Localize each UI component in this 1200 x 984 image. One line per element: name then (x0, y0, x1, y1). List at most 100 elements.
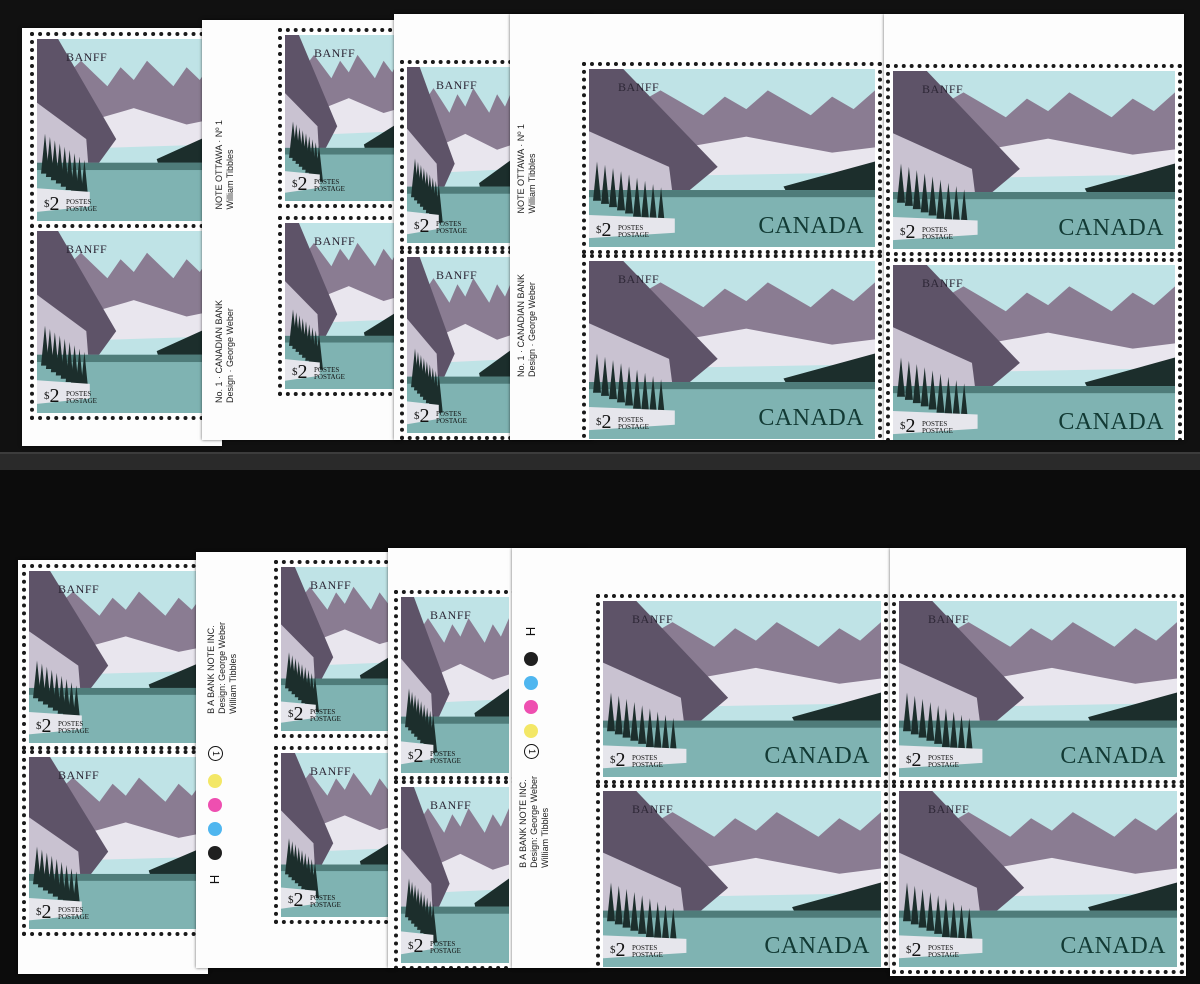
banff-2-dollar-stamp: BANFF $2 POSTES POSTAGE CANADA (596, 594, 888, 784)
stamp-denomination: $2 (596, 411, 612, 433)
stamp-denomination: $2 (292, 173, 308, 195)
color-register-dot-black (208, 846, 222, 860)
currency-symbol: $ (900, 420, 906, 432)
postes-postage-label: POSTES POSTAGE (632, 754, 663, 769)
stamp-denomination: $2 (906, 939, 922, 961)
banff-2-dollar-stamp: BANFF $2 POSTES POSTAGE (400, 60, 520, 250)
color-register-dot-yellow (524, 724, 538, 738)
lake-shore (589, 190, 875, 198)
stamp-place-label: BANFF (66, 50, 108, 64)
stamp-country-label: CANADA (1058, 215, 1164, 241)
stamp-place-label: BANFF (430, 798, 472, 812)
imprint-canadian-bank-upper: NOTE OTTAWA · Nº 1 William Tibbles (214, 120, 236, 209)
stamp-denomination: $2 (414, 405, 430, 427)
banff-2-dollar-stamp: BANFF $2 POSTES POSTAGE (394, 780, 516, 968)
stamp-denomination: $2 (44, 193, 60, 215)
postes-postage-label: POSTES POSTAGE (310, 894, 341, 909)
imprint-line: Design · George Weber (527, 282, 537, 378)
postes-postage-label: POSTES POSTAGE (310, 708, 341, 723)
postes-postage-label: POSTES POSTAGE (618, 416, 649, 431)
moraine-lake-scene (37, 231, 213, 413)
stamp-denomination: $2 (610, 939, 626, 961)
stamp-country-label: CANADA (758, 405, 864, 431)
currency-symbol: $ (900, 226, 906, 238)
currency-symbol: $ (906, 944, 912, 956)
stamp-place-label: BANFF (66, 242, 108, 256)
stamp-denomination: $2 (408, 745, 424, 767)
moraine-lake-scene (29, 571, 205, 743)
stamp-denomination: $2 (610, 749, 626, 771)
stamp-place-label: BANFF (632, 612, 674, 626)
postes-postage-label: POSTES POSTAGE (928, 754, 959, 769)
lake-shore (589, 382, 875, 390)
currency-symbol: $ (36, 906, 42, 918)
plate-number-mark: 1 (524, 744, 539, 759)
banff-2-dollar-stamp: BANFF $2 POSTES POSTAGE (274, 560, 396, 738)
plate-number-mark: 1 (208, 746, 223, 761)
stamp-country-label: CANADA (1060, 933, 1166, 959)
color-register-dot-magenta (208, 798, 222, 812)
banff-2-dollar-stamp: BANFF $2 POSTES POSTAGE CANADA (886, 64, 1182, 256)
color-register-dot-magenta (524, 700, 538, 714)
imprint-line: William Tibbles (228, 653, 238, 714)
plate-letter-mark: H (207, 874, 223, 885)
banff-2-dollar-stamp: BANFF $2 POSTES POSTAGE CANADA (582, 62, 882, 254)
currency-symbol: $ (906, 754, 912, 766)
color-register-dot-black (524, 652, 538, 666)
color-register-dot-cyan (208, 822, 222, 836)
stamp-place-label: BANFF (314, 234, 356, 248)
banff-2-dollar-stamp: BANFF $2 POSTES POSTAGE (400, 250, 520, 440)
stamp-place-label: BANFF (310, 578, 352, 592)
color-register-dot-cyan (524, 676, 538, 690)
currency-symbol: $ (414, 410, 420, 422)
banff-2-dollar-stamp: BANFF $2 POSTES POSTAGE (22, 564, 208, 750)
stamp-place-label: BANFF (618, 80, 660, 94)
stamp-country-label: CANADA (1060, 743, 1166, 769)
currency-symbol: $ (292, 366, 298, 378)
banff-2-dollar-stamp: BANFF $2 POSTES POSTAGE (30, 224, 220, 420)
banff-2-dollar-stamp: BANFF $2 POSTES POSTAGE (274, 746, 396, 924)
banff-2-dollar-stamp: BANFF $2 POSTES POSTAGE (394, 590, 516, 780)
postes-postage-label: POSTES POSTAGE (632, 944, 663, 959)
currency-symbol: $ (36, 720, 42, 732)
currency-symbol: $ (408, 940, 414, 952)
stamp-place-label: BANFF (922, 276, 964, 290)
imprint-ba-bank: B A BANK NOTE INC. Design: George Weber Wi… (518, 776, 551, 868)
lake-shore (893, 192, 1175, 200)
postes-postage-label: POSTES POSTAGE (618, 224, 649, 239)
stamp-denomination: $2 (408, 935, 424, 957)
stamp-country-label: CANADA (764, 743, 870, 769)
postes-postage-label: POSTES POSTAGE (66, 390, 97, 405)
stamp-place-label: BANFF (632, 802, 674, 816)
imprint-line: No. 1 · CANADIAN BANK (516, 274, 526, 378)
stamp-place-label: BANFF (618, 272, 660, 286)
imprint-line: B A BANK NOTE INC. (518, 779, 528, 868)
stamp-denomination: $2 (288, 889, 304, 911)
banff-2-dollar-stamp: BANFF $2 POSTES POSTAGE CANADA (892, 784, 1184, 974)
currency-symbol: $ (610, 944, 616, 956)
imprint-line: William Tibbles (527, 153, 537, 214)
currency-symbol: $ (288, 894, 294, 906)
stamp-place-label: BANFF (430, 608, 472, 622)
currency-symbol: $ (288, 708, 294, 720)
currency-symbol: $ (596, 224, 602, 236)
imprint-line: NOTE OTTAWA · Nº 1 (516, 124, 526, 214)
stamp-denomination: $2 (292, 361, 308, 383)
currency-symbol: $ (414, 220, 420, 232)
currency-symbol: $ (44, 390, 50, 402)
imprint-line: William Tibbles (225, 149, 235, 210)
stamp-place-label: BANFF (436, 78, 478, 92)
postes-postage-label: POSTES POSTAGE (58, 720, 89, 735)
imprint-line: Design: George Weber (217, 622, 227, 714)
stamp-place-label: BANFF (58, 768, 100, 782)
imprint-line: NOTE OTTAWA · Nº 1 (214, 120, 224, 210)
stamp-denomination: $2 (288, 703, 304, 725)
imprint-canadian-bank-lower: No. 1 · CANADIAN BANK Design · George Web… (516, 274, 538, 377)
lake-shore (603, 910, 881, 918)
moraine-lake-scene (29, 757, 205, 929)
postes-postage-label: POSTES POSTAGE (314, 366, 345, 381)
lake-shore (899, 720, 1177, 728)
plate-block-bottom-2: B A BANK NOTE INC. Design: George Weber Wi… (196, 552, 396, 968)
stamp-denomination: $2 (36, 901, 52, 923)
postes-postage-label: POSTES POSTAGE (928, 944, 959, 959)
